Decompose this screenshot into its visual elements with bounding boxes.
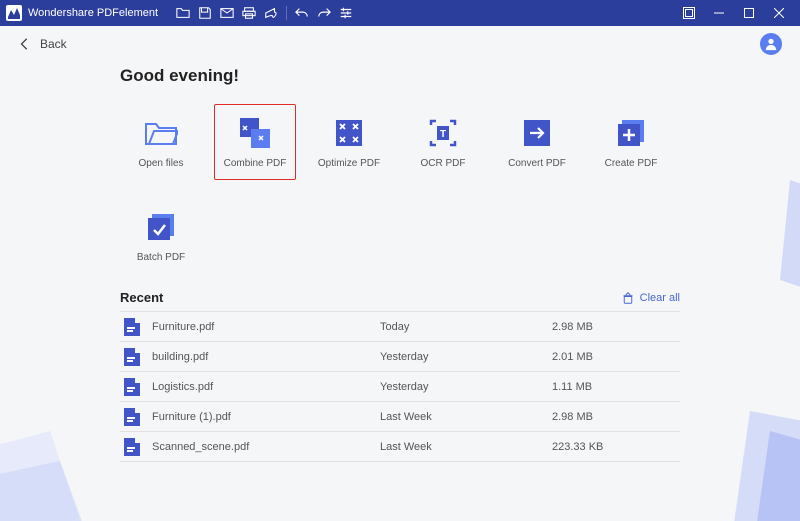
convert-icon — [520, 116, 554, 150]
action-grid: Open files Combine PDF Optimize PDF — [120, 104, 680, 180]
recent-file-row[interactable]: Furniture (1).pdf Last Week 2.98 MB — [120, 402, 680, 432]
file-size: 223.33 KB — [552, 441, 676, 453]
window-close-icon[interactable] — [764, 0, 794, 26]
print-icon[interactable] — [238, 0, 260, 26]
recent-section: Recent Clear all Furniture.pdf Today 2.9… — [120, 290, 680, 462]
open-files-button[interactable]: Open files — [120, 104, 202, 180]
undo-icon[interactable] — [291, 0, 313, 26]
mail-icon[interactable] — [216, 0, 238, 26]
file-size: 2.01 MB — [552, 351, 676, 363]
pdf-file-icon — [124, 438, 140, 456]
file-date: Last Week — [380, 441, 552, 453]
recent-file-row[interactable]: Logistics.pdf Yesterday 1.11 MB — [120, 372, 680, 402]
optimize-pdf-button[interactable]: Optimize PDF — [308, 104, 390, 180]
clear-all-label: Clear all — [640, 292, 680, 304]
create-icon — [614, 116, 648, 150]
open-files-label: Open files — [138, 158, 183, 169]
back-label: Back — [40, 37, 67, 51]
ocr-pdf-button[interactable]: T OCR PDF — [402, 104, 484, 180]
svg-text:T: T — [440, 129, 446, 140]
recent-file-row[interactable]: building.pdf Yesterday 2.01 MB — [120, 342, 680, 372]
share-icon[interactable] — [260, 0, 282, 26]
titlebar: Wondershare PDFelement — [0, 0, 800, 26]
folder-icon — [144, 116, 178, 150]
recent-file-row[interactable]: Furniture.pdf Today 2.98 MB — [120, 312, 680, 342]
toolbar-divider — [286, 6, 287, 20]
pdf-file-icon — [124, 348, 140, 366]
file-date: Yesterday — [380, 351, 552, 363]
app-logo-icon — [6, 5, 22, 21]
sub-header: Back — [0, 26, 800, 62]
ocr-pdf-label: OCR PDF — [421, 158, 466, 169]
content-area: Good evening! Open files Combine PDF — [0, 62, 800, 462]
pdf-file-icon — [124, 318, 140, 336]
file-name: building.pdf — [152, 351, 208, 363]
combine-pdf-label: Combine PDF — [224, 158, 287, 169]
greeting-text: Good evening! — [120, 66, 680, 86]
recent-header: Recent Clear all — [120, 290, 680, 305]
file-name: Furniture.pdf — [152, 321, 214, 333]
batch-pdf-label: Batch PDF — [137, 252, 185, 263]
convert-pdf-button[interactable]: Convert PDF — [496, 104, 578, 180]
optimize-pdf-label: Optimize PDF — [318, 158, 380, 169]
file-size: 2.98 MB — [552, 321, 676, 333]
open-file-icon[interactable] — [172, 0, 194, 26]
window-maximize-icon[interactable] — [734, 0, 764, 26]
optimize-icon — [332, 116, 366, 150]
file-name: Scanned_scene.pdf — [152, 441, 249, 453]
window-minimize-icon[interactable] — [704, 0, 734, 26]
file-date: Today — [380, 321, 552, 333]
batch-pdf-button[interactable]: Batch PDF — [120, 198, 202, 274]
app-title: Wondershare PDFelement — [28, 7, 158, 19]
pdf-file-icon — [124, 408, 140, 426]
back-button[interactable]: Back — [18, 37, 67, 51]
combine-icon — [238, 116, 272, 150]
pdf-file-icon — [124, 378, 140, 396]
customize-toolbar-icon[interactable] — [335, 0, 357, 26]
file-size: 1.11 MB — [552, 381, 676, 393]
clear-all-button[interactable]: Clear all — [622, 292, 680, 304]
redo-icon[interactable] — [313, 0, 335, 26]
tablet-mode-icon[interactable] — [674, 0, 704, 26]
create-pdf-label: Create PDF — [605, 158, 658, 169]
save-icon[interactable] — [194, 0, 216, 26]
back-arrow-icon — [18, 37, 32, 51]
file-size: 2.98 MB — [552, 411, 676, 423]
file-date: Last Week — [380, 411, 552, 423]
file-name: Furniture (1).pdf — [152, 411, 231, 423]
batch-icon — [144, 210, 178, 244]
recent-title: Recent — [120, 290, 163, 305]
file-name: Logistics.pdf — [152, 381, 213, 393]
clear-all-icon — [622, 292, 634, 304]
recent-file-row[interactable]: Scanned_scene.pdf Last Week 223.33 KB — [120, 432, 680, 462]
recent-list: Furniture.pdf Today 2.98 MB building.pdf… — [120, 311, 680, 462]
create-pdf-button[interactable]: Create PDF — [590, 104, 672, 180]
convert-pdf-label: Convert PDF — [508, 158, 566, 169]
combine-pdf-button[interactable]: Combine PDF — [214, 104, 296, 180]
user-avatar-icon[interactable] — [760, 33, 782, 55]
ocr-icon: T — [426, 116, 460, 150]
file-date: Yesterday — [380, 381, 552, 393]
